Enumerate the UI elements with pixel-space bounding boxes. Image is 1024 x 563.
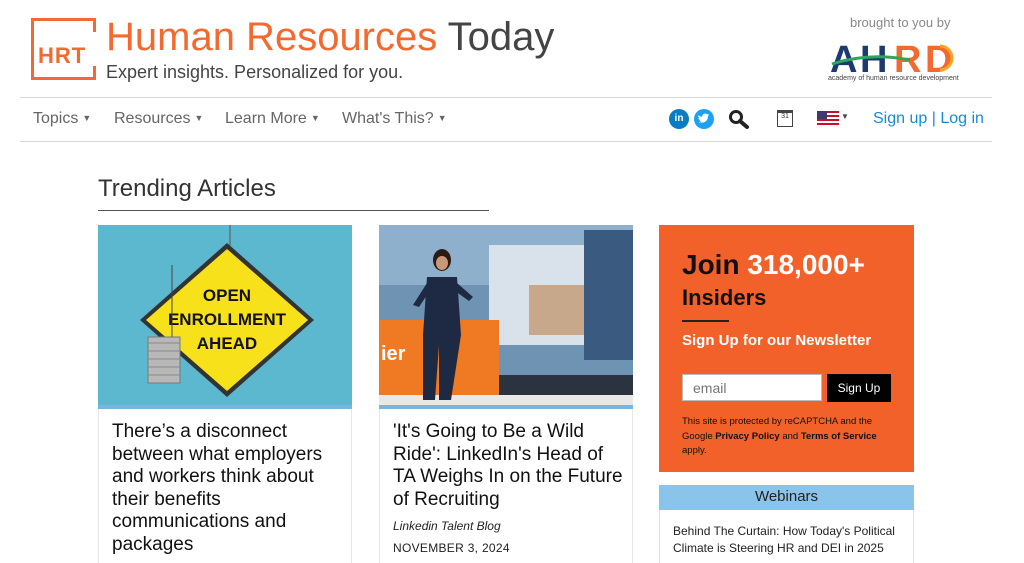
calendar-icon[interactable]: 31 [777,110,793,127]
sponsor-subtitle: academy of human resource development [828,75,959,82]
nav-resources[interactable]: Resources ▼ [114,110,203,128]
recaptcha-notice: This site is protected by reCAPTCHA and … [682,415,902,459]
sponsor-caption: brought to you by [850,15,951,30]
privacy-policy-link[interactable]: Privacy Policy [715,431,779,442]
linkedin-icon[interactable]: in [669,109,689,129]
webinar-item[interactable]: Behind The Curtain: How Today's Politica… [673,523,901,557]
sign-text-line1: OPEN [203,286,251,305]
search-icon[interactable] [728,109,750,129]
article-body: There’s a disconnect between what employ… [98,409,352,563]
article-date: NOVEMBER 3, 2024 [393,541,510,555]
nav-learn-more-label: Learn More [225,110,307,127]
nav-whats-this[interactable]: What's This? ▼ [342,110,447,128]
auth-links: Sign up | Log in [873,110,984,128]
newsletter-subheading: Sign Up for our Newsletter [682,332,872,349]
webinars-heading: Webinars [659,485,914,510]
chevron-down-icon: ▼ [310,113,320,123]
logo-text: HRT [38,43,87,68]
article-body: 'It's Going to Be a Wild Ride': LinkedIn… [379,409,633,563]
trending-divider [98,210,489,211]
nav-topics-label: Topics [33,110,79,127]
legal-and: and [782,430,799,442]
nav-topics[interactable]: Topics ▼ [33,110,91,128]
email-input[interactable] [682,374,822,401]
nav-resources-label: Resources [114,110,191,127]
stage-screen-text: ier [381,343,406,365]
insiders-heading: Insiders [682,285,767,310]
article-image[interactable]: ier [379,225,633,405]
sign-text-line3: AHEAD [197,334,257,353]
us-flag-icon[interactable] [817,111,839,125]
join-heading: Join 318,000+ [682,249,865,281]
sign-up-link[interactable]: Sign up [873,110,927,127]
site-title-part2: Today [447,15,555,59]
chevron-down-icon: ▼ [82,113,92,123]
site-tagline: Expert insights. Personalized for you. [106,62,404,82]
site-logo[interactable]: HRT [31,18,96,80]
chevron-down-icon: ▼ [194,113,204,123]
nav-whats-this-label: What's This? [342,110,434,127]
legal-suffix: apply. [682,445,707,456]
nav-learn-more[interactable]: Learn More ▼ [225,110,320,128]
article-source: Linkedin Talent Blog [393,519,501,533]
heading-divider [682,320,729,322]
article-title[interactable]: There’s a disconnect between what employ… [112,421,344,556]
webinars-panel: Webinars Behind The Curtain: How Today's… [659,485,914,563]
site-title-part1: Human Resources [106,15,438,59]
join-word: Join [682,249,740,280]
sign-text-line2: ENROLLMENT [168,310,287,329]
article-title[interactable]: 'It's Going to Be a Wild Ride': LinkedIn… [393,421,625,511]
twitter-icon[interactable] [694,109,714,129]
chevron-down-icon[interactable]: ▼ [841,112,849,121]
newsletter-signup-box: Join 318,000+ Insiders Sign Up for our N… [659,225,914,472]
sign-up-button[interactable]: Sign Up [827,374,891,402]
chevron-down-icon: ▼ [437,113,447,123]
site-title[interactable]: Human Resources Today [106,14,554,60]
log-in-link[interactable]: Log in [940,110,984,127]
trending-heading: Trending Articles [98,175,276,202]
subscriber-count: 318,000+ [747,249,865,280]
main-nav: Topics ▼ Resources ▼ Learn More ▼ What's Th… [20,97,992,142]
article-card[interactable]: OPEN ENROLLMENT AHEAD There’s a disconne… [98,225,352,563]
article-image[interactable]: OPEN ENROLLMENT AHEAD [98,225,352,405]
terms-of-service-link[interactable]: Terms of Service [801,431,877,442]
article-card[interactable]: ier 'It's Going to Be a Wild Ride': Link… [379,225,633,563]
auth-separator: | [931,110,936,127]
